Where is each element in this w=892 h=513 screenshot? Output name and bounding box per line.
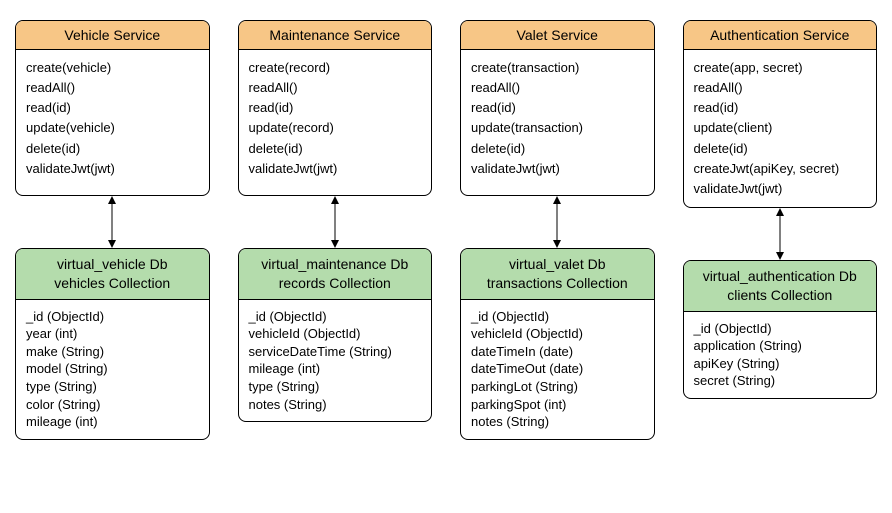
- field: mileage (int): [26, 413, 199, 431]
- architecture-diagram: Vehicle Service create(vehicle) readAll(…: [15, 20, 877, 440]
- db-title: virtual_valet Db transactions Collection: [461, 249, 654, 300]
- method: read(id): [694, 98, 867, 118]
- field: parkingSpot (int): [471, 396, 644, 414]
- field: vehicleId (ObjectId): [249, 325, 422, 343]
- connector-arrow: [550, 196, 564, 248]
- db-title: virtual_maintenance Db records Collectio…: [239, 249, 432, 300]
- field: _id (ObjectId): [471, 308, 644, 326]
- service-methods: create(app, secret) readAll() read(id) u…: [684, 50, 877, 207]
- method: validateJwt(jwt): [26, 159, 199, 179]
- method: delete(id): [694, 139, 867, 159]
- valet-db-box: virtual_valet Db transactions Collection…: [460, 248, 655, 440]
- connector-arrow: [773, 208, 787, 260]
- field: _id (ObjectId): [249, 308, 422, 326]
- double-arrow-icon: [328, 196, 342, 248]
- db-fields: _id (ObjectId) vehicleId (ObjectId) serv…: [239, 300, 432, 421]
- authentication-db-box: virtual_authentication Db clients Collec…: [683, 260, 878, 399]
- method: read(id): [26, 98, 199, 118]
- db-title-line1: virtual_authentication Db: [692, 267, 869, 286]
- field: color (String): [26, 396, 199, 414]
- method: validateJwt(jwt): [249, 159, 422, 179]
- method: validateJwt(jwt): [694, 179, 867, 199]
- vehicle-db-box: virtual_vehicle Db vehicles Collection _…: [15, 248, 210, 440]
- service-title: Authentication Service: [684, 21, 877, 50]
- service-title: Valet Service: [461, 21, 654, 50]
- db-title-line2: clients Collection: [692, 286, 869, 305]
- vehicle-service-box: Vehicle Service create(vehicle) readAll(…: [15, 20, 210, 196]
- maintenance-db-box: virtual_maintenance Db records Collectio…: [238, 248, 433, 422]
- connector-arrow: [328, 196, 342, 248]
- column-authentication: Authentication Service create(app, secre…: [683, 20, 878, 440]
- field: model (String): [26, 360, 199, 378]
- field: _id (ObjectId): [26, 308, 199, 326]
- field: apiKey (String): [694, 355, 867, 373]
- db-fields: _id (ObjectId) vehicleId (ObjectId) date…: [461, 300, 654, 439]
- db-title-line2: records Collection: [247, 274, 424, 293]
- db-fields: _id (ObjectId) year (int) make (String) …: [16, 300, 209, 439]
- field: secret (String): [694, 372, 867, 390]
- method: update(transaction): [471, 118, 644, 138]
- double-arrow-icon: [773, 208, 787, 260]
- method: read(id): [471, 98, 644, 118]
- maintenance-service-box: Maintenance Service create(record) readA…: [238, 20, 433, 196]
- method: create(app, secret): [694, 58, 867, 78]
- method: createJwt(apiKey, secret): [694, 159, 867, 179]
- method: readAll(): [26, 78, 199, 98]
- field: dateTimeOut (date): [471, 360, 644, 378]
- column-maintenance: Maintenance Service create(record) readA…: [238, 20, 433, 440]
- method: delete(id): [26, 139, 199, 159]
- method: validateJwt(jwt): [471, 159, 644, 179]
- double-arrow-icon: [105, 196, 119, 248]
- method: readAll(): [471, 78, 644, 98]
- valet-service-box: Valet Service create(transaction) readAl…: [460, 20, 655, 196]
- field: make (String): [26, 343, 199, 361]
- service-title: Vehicle Service: [16, 21, 209, 50]
- field: type (String): [249, 378, 422, 396]
- service-methods: create(vehicle) readAll() read(id) updat…: [16, 50, 209, 195]
- db-title-line1: virtual_vehicle Db: [24, 255, 201, 274]
- column-valet: Valet Service create(transaction) readAl…: [460, 20, 655, 440]
- method: delete(id): [249, 139, 422, 159]
- method: create(vehicle): [26, 58, 199, 78]
- service-methods: create(transaction) readAll() read(id) u…: [461, 50, 654, 195]
- method: update(client): [694, 118, 867, 138]
- db-fields: _id (ObjectId) application (String) apiK…: [684, 312, 877, 398]
- field: serviceDateTime (String): [249, 343, 422, 361]
- double-arrow-icon: [550, 196, 564, 248]
- column-vehicle: Vehicle Service create(vehicle) readAll(…: [15, 20, 210, 440]
- field: year (int): [26, 325, 199, 343]
- method: readAll(): [249, 78, 422, 98]
- db-title-line1: virtual_valet Db: [469, 255, 646, 274]
- method: read(id): [249, 98, 422, 118]
- field: dateTimeIn (date): [471, 343, 644, 361]
- authentication-service-box: Authentication Service create(app, secre…: [683, 20, 878, 208]
- field: type (String): [26, 378, 199, 396]
- db-title: virtual_vehicle Db vehicles Collection: [16, 249, 209, 300]
- service-title: Maintenance Service: [239, 21, 432, 50]
- field: vehicleId (ObjectId): [471, 325, 644, 343]
- field: mileage (int): [249, 360, 422, 378]
- db-title: virtual_authentication Db clients Collec…: [684, 261, 877, 312]
- method: delete(id): [471, 139, 644, 159]
- field: parkingLot (String): [471, 378, 644, 396]
- field: _id (ObjectId): [694, 320, 867, 338]
- field: notes (String): [249, 396, 422, 414]
- method: update(record): [249, 118, 422, 138]
- method: readAll(): [694, 78, 867, 98]
- method: create(transaction): [471, 58, 644, 78]
- connector-arrow: [105, 196, 119, 248]
- db-title-line1: virtual_maintenance Db: [247, 255, 424, 274]
- field: application (String): [694, 337, 867, 355]
- field: notes (String): [471, 413, 644, 431]
- service-methods: create(record) readAll() read(id) update…: [239, 50, 432, 195]
- method: update(vehicle): [26, 118, 199, 138]
- method: create(record): [249, 58, 422, 78]
- db-title-line2: transactions Collection: [469, 274, 646, 293]
- db-title-line2: vehicles Collection: [24, 274, 201, 293]
